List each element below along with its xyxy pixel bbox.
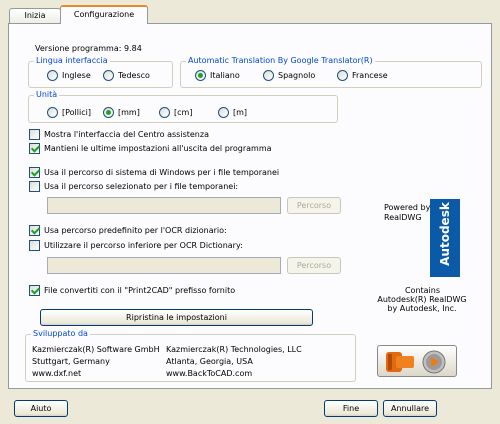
radio-label: Inglese	[62, 71, 91, 80]
radio-spagnolo[interactable]: Spagnolo	[263, 70, 315, 81]
temp-path-input[interactable]	[47, 197, 281, 214]
ui-language-title: Lingua interfaccia	[34, 56, 110, 66]
checkbox-label: Utilizzare il percorso inferiore per OCR…	[44, 241, 243, 250]
checkbox-label: Usa il percorso selezionato per i file t…	[44, 182, 239, 191]
checkbox-label: Usa il percorso di sistema di Windows pe…	[44, 168, 280, 177]
autodesk-banner: Autodesk	[430, 199, 460, 277]
tab-inizia[interactable]: Inizia	[9, 8, 61, 23]
radio-tedesco[interactable]: Tedesco	[103, 70, 150, 81]
radio-mm-dot	[103, 107, 114, 118]
radio-inglese[interactable]: Inglese	[47, 70, 91, 81]
radio-label: [mm]	[118, 108, 140, 117]
radio-m[interactable]: [m]	[218, 107, 247, 118]
contains-line-3: by Autodesk, Inc.	[387, 304, 457, 313]
version-label: Versione programma: 9.84	[35, 44, 142, 53]
radio-label: Tedesco	[118, 71, 150, 80]
cancel-button[interactable]: Annullare	[383, 400, 437, 417]
temp-path-browse-button[interactable]: Percorso	[287, 197, 341, 214]
ocr-path-browse-button[interactable]: Percorso	[287, 257, 341, 274]
radio-cm[interactable]: [cm]	[159, 107, 192, 118]
radio-italiano-dot	[195, 70, 206, 81]
radio-label: [Pollici]	[62, 108, 91, 117]
custom-temp-checkbox[interactable]: Usa il percorso selezionato per i file t…	[29, 181, 238, 192]
keep-settings-checkbox[interactable]: Mantieni le ultime impostazioni all'usci…	[29, 143, 272, 154]
developer-col2-line1: Kazmierczak(R) Technologies, LLC	[166, 345, 302, 354]
checkbox-box	[29, 225, 40, 236]
checkbox-box	[29, 167, 40, 178]
ocr-path-input[interactable]	[47, 257, 281, 274]
checkbox-box	[29, 181, 40, 192]
developer-col2-line3[interactable]: www.BackToCAD.com	[166, 369, 252, 379]
radio-francese[interactable]: Francese	[337, 70, 388, 81]
realdwg-logo: Powered by RealDWG Autodesk	[380, 199, 464, 277]
radio-pollici[interactable]: [Pollici]	[47, 107, 91, 118]
print2cad-checkbox[interactable]: File convertiti con il "Print2CAD" prefi…	[29, 285, 235, 296]
checkbox-box	[29, 285, 40, 296]
pipe-fitting-icon	[386, 350, 446, 374]
checkbox-label: Mostra l'interfaccia del Centro assisten…	[44, 130, 209, 139]
finish-button[interactable]: Fine	[324, 400, 378, 417]
radio-label: [cm]	[174, 108, 193, 117]
help-button[interactable]: Aiuto	[14, 400, 68, 417]
realdwg-text: RealDWG	[384, 213, 422, 222]
radio-label: Francese	[352, 71, 388, 80]
radio-inglese-dot	[47, 70, 58, 81]
radio-mm[interactable]: [mm]	[103, 107, 140, 118]
checkbox-label: Usa percorso predefinito per l'OCR dizio…	[44, 226, 227, 235]
radio-italiano[interactable]: Italiano	[195, 70, 240, 81]
developer-title: Sviluppato da	[31, 329, 90, 339]
radio-spagnolo-dot	[263, 70, 274, 81]
windows-temp-checkbox[interactable]: Usa il percorso di sistema di Windows pe…	[29, 167, 279, 178]
checkbox-box	[29, 129, 40, 140]
checkbox-box	[29, 143, 40, 154]
radio-label: [m]	[233, 108, 248, 117]
reset-settings-button[interactable]: Ripristina le impostazioni	[40, 309, 313, 326]
developer-col1-line2: Stuttgart, Germany	[32, 357, 110, 366]
checkbox-label: Mantieni le ultime impostazioni all'usci…	[44, 144, 272, 153]
powered-by-text: Powered by	[384, 203, 431, 212]
checkbox-box	[29, 240, 40, 251]
radio-label: Italiano	[210, 71, 240, 80]
help-center-checkbox[interactable]: Mostra l'interfaccia del Centro assisten…	[29, 129, 209, 140]
checkbox-label: File convertiti con il "Print2CAD" prefi…	[44, 286, 236, 295]
radio-francese-dot	[337, 70, 348, 81]
units-title: Unità	[34, 90, 60, 100]
radio-tedesco-dot	[103, 70, 114, 81]
autodesk-brand-text: Autodesk	[438, 202, 452, 266]
radio-cm-dot	[159, 107, 170, 118]
radio-label: Spagnolo	[278, 71, 316, 80]
developer-col1-line1: Kazmierczak(R) Software GmbH	[32, 345, 160, 354]
tab-configurazione[interactable]: Configurazione	[60, 5, 148, 24]
ocr-custom-checkbox[interactable]: Utilizzare il percorso inferiore per OCR…	[29, 240, 243, 251]
developer-col1-line3[interactable]: www.dxf.net	[32, 369, 81, 379]
radio-pollici-dot	[47, 107, 58, 118]
ocr-default-checkbox[interactable]: Usa percorso predefinito per l'OCR dizio…	[29, 225, 227, 236]
radio-m-dot	[218, 107, 229, 118]
developer-col2-line2: Atlanta, Georgia, USA	[166, 357, 253, 366]
translation-title: Automatic Translation By Google Translat…	[186, 56, 375, 66]
video-tutorial-button[interactable]	[377, 345, 457, 377]
